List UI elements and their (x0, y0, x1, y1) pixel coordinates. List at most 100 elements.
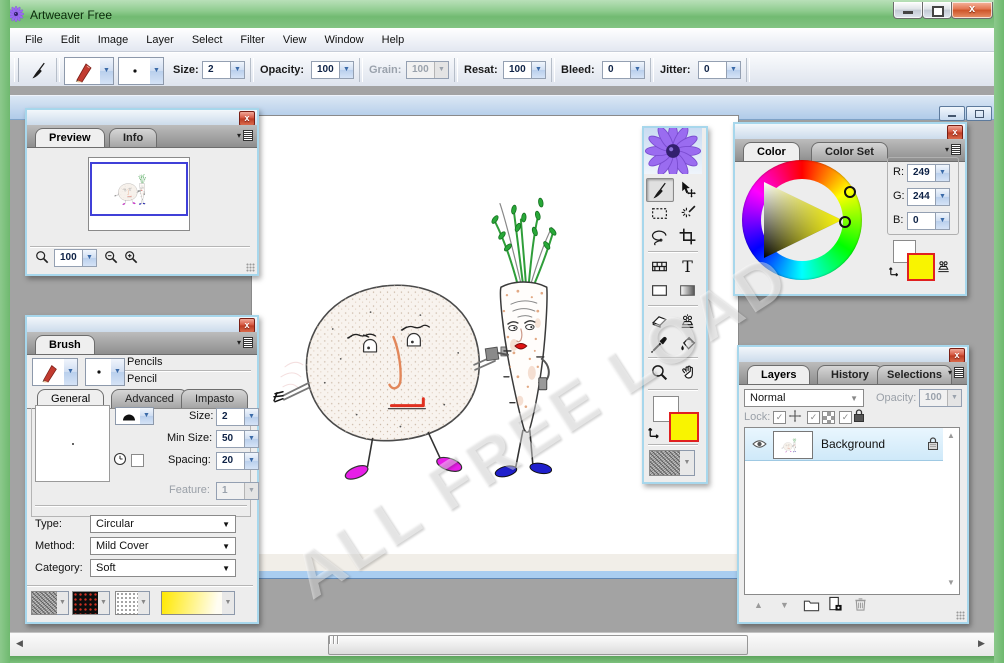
lasso-tool[interactable] (646, 225, 672, 247)
stamp-icon[interactable] (935, 257, 952, 274)
resize-grip[interactable] (956, 611, 965, 620)
palette-menu-icon[interactable]: ▾ (945, 144, 961, 155)
brush-size-field[interactable]: 2▼ (216, 408, 259, 426)
min-size-field[interactable]: 50▼ (216, 430, 259, 448)
menu-edit[interactable]: Edit (52, 31, 89, 49)
preview-thumbnail[interactable] (88, 157, 190, 231)
document-minimize-button[interactable] (939, 106, 965, 121)
resat-field[interactable]: 100▼ (503, 61, 546, 79)
palette-header[interactable]: x (735, 124, 965, 139)
palette-menu-icon[interactable]: ▾ (948, 367, 964, 378)
sv-marker[interactable] (839, 216, 851, 228)
zoom-in-icon[interactable] (124, 250, 138, 264)
tip-shape-dropdown[interactable]: ▼ (140, 407, 154, 425)
palette-menu-icon[interactable]: ▾ (237, 130, 253, 141)
close-icon[interactable]: x (947, 125, 963, 140)
opacity-field[interactable]: 100▼ (311, 61, 354, 79)
gradient-dropdown[interactable]: ▼ (222, 591, 235, 615)
red-field[interactable]: 249▼ (907, 164, 950, 182)
minimize-button[interactable] (893, 2, 923, 19)
menu-view[interactable]: View (274, 31, 316, 49)
tab-preview[interactable]: Preview (35, 128, 105, 147)
palette-header[interactable]: x (27, 317, 257, 332)
zoom-tool[interactable] (646, 361, 672, 383)
menu-image[interactable]: Image (89, 31, 138, 49)
resize-grip[interactable] (246, 263, 255, 272)
tip-shape-preview[interactable] (115, 407, 142, 425)
blue-field[interactable]: 0▼ (907, 212, 950, 230)
tab-brush[interactable]: Brush (35, 335, 95, 354)
clone-stamp-tool[interactable] (674, 309, 700, 331)
crop-tool[interactable] (674, 225, 700, 247)
paper-texture-dropdown[interactable]: ▼ (57, 591, 69, 615)
preview-view-rect[interactable] (90, 162, 188, 216)
brush-variant-preview[interactable] (64, 57, 102, 85)
list-scroll-up-icon[interactable]: ▲ (947, 431, 955, 440)
dropdown-icon[interactable]: ▼ (244, 431, 258, 447)
list-scroll-down-icon[interactable]: ▼ (947, 578, 955, 587)
eraser-tool[interactable] (646, 309, 672, 331)
magic-wand-tool[interactable] (674, 202, 700, 224)
text-tool[interactable]: T (674, 255, 700, 277)
dropdown-icon[interactable]: ▼ (935, 165, 949, 181)
scatter-dropdown[interactable]: ▼ (138, 591, 150, 615)
layer-list[interactable]: Background ▲ ▼ (744, 427, 960, 595)
brush-category-preview[interactable] (32, 358, 66, 386)
menu-file[interactable]: File (16, 31, 52, 49)
layers-palette[interactable]: x Layers History Selections ▾ Normal▼ Op… (737, 345, 969, 624)
shape-grid-tool[interactable] (646, 255, 672, 277)
new-layer-icon[interactable] (828, 596, 843, 612)
category-combo[interactable]: Soft▼ (90, 559, 236, 577)
tab-colorset[interactable]: Color Set (811, 142, 888, 161)
brush-stroke-dropdown[interactable]: ▼ (111, 358, 125, 386)
maximize-button[interactable] (922, 2, 952, 19)
layer-visibility-eye-icon[interactable] (752, 439, 767, 449)
tab-layers[interactable]: Layers (747, 365, 810, 384)
jitter-field[interactable]: 0▼ (698, 61, 741, 79)
toolbox-texture-dropdown[interactable]: ▼ (680, 450, 695, 476)
scroll-right-icon[interactable]: ▶ (978, 638, 985, 649)
stroke-preview[interactable] (118, 57, 152, 85)
menu-filter[interactable]: Filter (231, 31, 273, 49)
dropdown-icon[interactable]: ▼ (82, 250, 96, 266)
tab-info[interactable]: Info (109, 128, 157, 147)
zoom-out-icon[interactable] (104, 250, 118, 264)
gradient-swatch[interactable] (161, 591, 223, 615)
type-combo[interactable]: Circular▼ (90, 515, 236, 533)
dropdown-icon[interactable]: ▼ (935, 213, 949, 229)
dropdown-icon[interactable]: ▼ (630, 62, 644, 78)
move-tool[interactable] (674, 178, 700, 200)
scatter-swatch[interactable] (115, 591, 140, 615)
close-icon[interactable]: x (949, 348, 965, 363)
brush-stroke-preview[interactable] (85, 358, 113, 386)
size-field[interactable]: 2▼ (202, 61, 245, 79)
new-group-icon[interactable] (803, 598, 820, 612)
close-icon[interactable]: x (239, 318, 255, 333)
tab-history[interactable]: History (817, 365, 883, 384)
menu-help[interactable]: Help (373, 31, 414, 49)
bleed-field[interactable]: 0▼ (602, 61, 645, 79)
layer-thumbnail[interactable] (773, 431, 813, 459)
swap-colors-icon[interactable] (888, 264, 901, 277)
dropdown-icon[interactable]: ▼ (244, 453, 258, 469)
brush-palette[interactable]: x Brush ▾ ▼ ▼ Pencils Pencil General Adv… (25, 315, 259, 624)
brush-tool[interactable] (646, 178, 674, 202)
scroll-left-icon[interactable]: ◀ (16, 638, 23, 649)
paper-texture-swatch[interactable] (31, 591, 58, 615)
tab-impasto[interactable]: Impasto (181, 389, 248, 408)
dropdown-icon[interactable]: ▼ (230, 62, 244, 78)
background-color-swatch[interactable] (669, 412, 699, 442)
tab-color[interactable]: Color (743, 142, 800, 161)
hue-marker[interactable] (844, 186, 856, 198)
color-palette[interactable]: x Color Color Set ▾ R: 249▼ G: 244▼ B: 0… (733, 122, 967, 296)
pattern-swatch[interactable] (72, 591, 99, 615)
palette-header[interactable]: x (27, 110, 257, 125)
close-button[interactable]: x (951, 2, 993, 19)
scrollbar-thumb[interactable] (328, 635, 748, 655)
dropdown-icon[interactable]: ▼ (726, 62, 740, 78)
tab-selections[interactable]: Selections (877, 365, 952, 384)
dropdown-icon[interactable]: ▼ (531, 62, 545, 78)
timing-checkbox[interactable] (131, 454, 144, 467)
preview-zoom-field[interactable]: 100▼ (54, 249, 97, 267)
paint-bucket-tool[interactable] (674, 333, 700, 355)
